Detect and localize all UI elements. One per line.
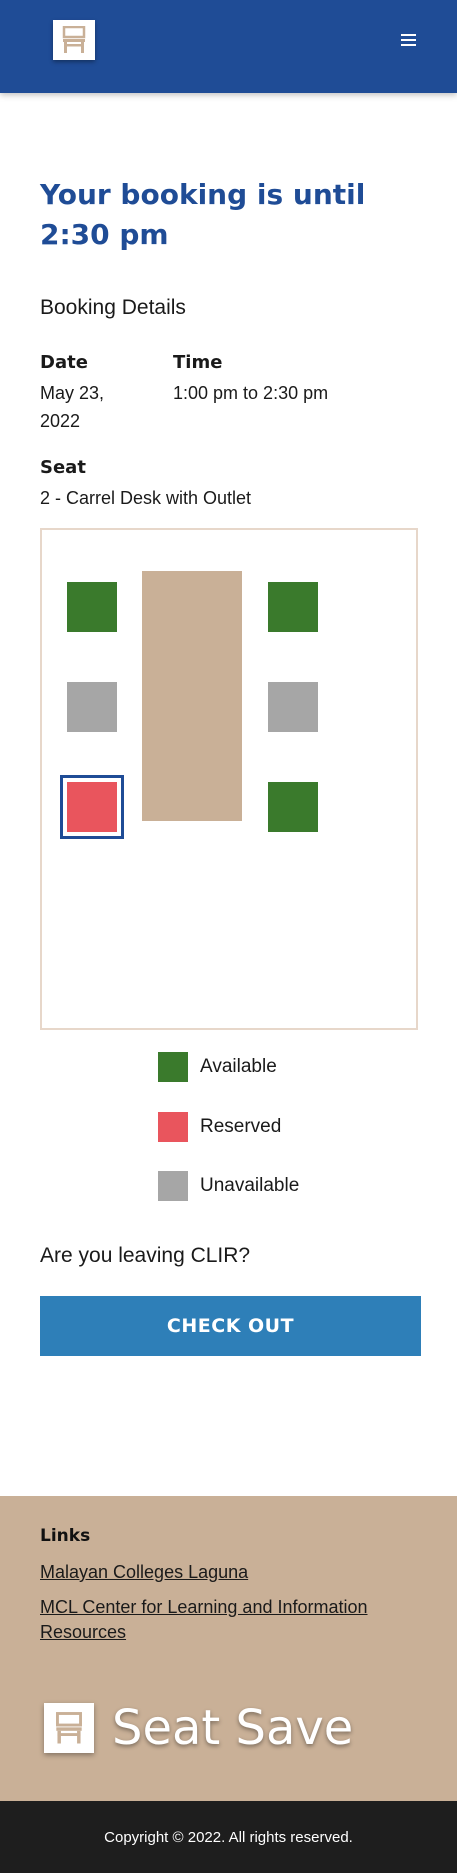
- chair-icon: [44, 1703, 94, 1753]
- hamburger-icon[interactable]: [401, 28, 421, 52]
- brand-name: Seat Save: [112, 1700, 354, 1756]
- date-value: May 23, 2022: [40, 383, 105, 431]
- footer: Links Malayan Colleges Laguna MCL Center…: [0, 1496, 457, 1801]
- copyright-bar: Copyright © 2022. All rights reserved.: [0, 1801, 457, 1873]
- booking-details-heading: Booking Details: [40, 296, 186, 319]
- copyright-text: Copyright © 2022. All rights reserved.: [104, 1828, 353, 1846]
- table: [142, 571, 242, 821]
- leaving-question: Are you leaving CLIR?: [40, 1244, 251, 1267]
- chair-icon: [62, 26, 86, 53]
- page-title: Your booking is until 2:30 pm: [40, 178, 366, 251]
- check-out-button[interactable]: CHECK OUT: [40, 1296, 421, 1356]
- legend-unavailable: Unavailable: [158, 1171, 299, 1201]
- top-navbar: [0, 0, 457, 93]
- seat-reserved-selected[interactable]: [60, 775, 124, 839]
- legend-swatch: [158, 1052, 188, 1082]
- legend-reserved: Reserved: [158, 1112, 281, 1142]
- seat-unavailable: [67, 682, 117, 732]
- home-logo[interactable]: [53, 20, 95, 60]
- link-malayan-colleges-laguna[interactable]: Malayan Colleges Laguna: [40, 1560, 248, 1585]
- legend-label: Available: [200, 1056, 277, 1077]
- date-label: Date: [40, 352, 88, 373]
- seat-available[interactable]: [268, 582, 318, 632]
- legend-label: Reserved: [200, 1116, 282, 1137]
- legend-available: Available: [158, 1052, 277, 1082]
- footer-brand: Seat Save: [44, 1700, 353, 1756]
- link-mcl-clir[interactable]: MCL Center for Learning and Information …: [40, 1595, 380, 1645]
- time-label: Time: [173, 352, 223, 373]
- legend-label: Unavailable: [200, 1175, 300, 1196]
- legend-swatch: [158, 1112, 188, 1142]
- seat-label: Seat: [40, 457, 86, 478]
- seat-unavailable: [268, 682, 318, 732]
- seat-value: 2 - Carrel Desk with Outlet: [40, 488, 252, 508]
- legend-swatch: [158, 1171, 188, 1201]
- seat-available[interactable]: [67, 582, 117, 632]
- seat-available[interactable]: [268, 782, 318, 832]
- seat-map: [40, 528, 418, 1030]
- time-value: 1:00 pm to 2:30 pm: [173, 383, 329, 403]
- links-heading: Links: [40, 1526, 91, 1546]
